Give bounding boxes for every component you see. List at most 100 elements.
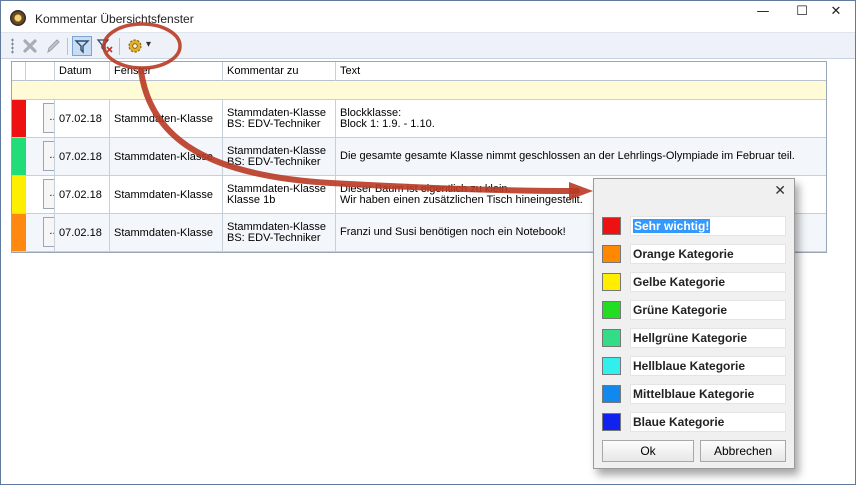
table-row[interactable]: ... 07.02.18 Stammdaten-Klasse Stammdate… <box>12 138 826 176</box>
row-button-cell: ... <box>26 100 55 137</box>
category-color-swatch <box>602 273 621 291</box>
comment-overview-window: Kommentar Übersichtsfenster — ☐ ✕ ▾ Datu… <box>0 0 856 485</box>
header-button-column <box>26 62 55 81</box>
category-color-swatch <box>602 357 621 375</box>
category-item[interactable]: Mittelblaue Kategorie <box>602 383 788 405</box>
settings-gear-icon[interactable] <box>125 36 145 56</box>
category-label[interactable]: Orange Kategorie <box>630 244 786 264</box>
header-datum[interactable]: Datum <box>55 62 110 81</box>
row-color-marker[interactable] <box>12 214 26 251</box>
row-button-cell: ... <box>26 214 55 251</box>
close-button[interactable]: ✕ <box>816 1 856 25</box>
row-text: Blockklasse: Block 1: 1.9. - 1.10. <box>336 100 826 137</box>
row-kommentar-zu-line: BS: EDV-Techniker <box>227 117 321 130</box>
row-details-button[interactable]: ... <box>43 141 54 171</box>
row-text-line: Block 1: 1.9. - 1.10. <box>340 117 435 130</box>
category-label-text: Orange Kategorie <box>633 247 734 261</box>
row-kommentar-zu-line: Stammdaten-Klasse <box>227 144 327 157</box>
category-label-text: Sehr wichtig! <box>633 219 711 233</box>
row-button-cell: ... <box>26 176 55 213</box>
minimize-button[interactable]: — <box>743 1 783 25</box>
row-kommentar-zu: Stammdaten-Klasse BS: EDV-Techniker <box>223 138 336 175</box>
window-title: Kommentar Übersichtsfenster <box>35 12 194 26</box>
category-label-text: Mittelblaue Kategorie <box>633 387 755 401</box>
row-fenster: Stammdaten-Klasse <box>110 100 223 137</box>
grid-header: Datum Fenster Kommentar zu Text <box>12 62 826 81</box>
category-label-text: Hellgrüne Kategorie <box>633 331 748 345</box>
filter-icon[interactable] <box>72 36 92 56</box>
category-item[interactable]: Gelbe Kategorie <box>602 271 788 293</box>
category-label[interactable]: Mittelblaue Kategorie <box>630 384 786 404</box>
grid-filter-row[interactable] <box>12 81 826 100</box>
row-kommentar-zu-line: Klasse 1b <box>227 193 276 206</box>
category-color-swatch <box>602 301 621 319</box>
category-item[interactable]: Hellgrüne Kategorie <box>602 327 788 349</box>
header-fenster[interactable]: Fenster <box>110 62 223 81</box>
row-button-cell: ... <box>26 138 55 175</box>
row-kommentar-zu-line: Stammdaten-Klasse <box>227 182 327 195</box>
row-text-line: Dieser Baum ist eigentlich zu klein. <box>340 182 511 195</box>
row-details-button[interactable]: ... <box>43 103 54 133</box>
row-datum: 07.02.18 <box>55 100 110 137</box>
row-fenster: Stammdaten-Klasse <box>110 138 223 175</box>
row-kommentar-zu-line: Stammdaten-Klasse <box>227 220 327 233</box>
category-item[interactable]: Sehr wichtig! <box>602 215 788 237</box>
toolbar: ▾ <box>1 32 855 59</box>
row-text: Die gesamte gesamte Klasse nimmt geschlo… <box>336 138 826 175</box>
category-item[interactable]: Orange Kategorie <box>602 243 788 265</box>
row-kommentar-zu: Stammdaten-Klasse BS: EDV-Techniker <box>223 100 336 137</box>
category-label-text: Gelbe Kategorie <box>633 275 726 289</box>
toolbar-grip[interactable] <box>11 38 14 54</box>
delete-icon[interactable] <box>20 36 40 56</box>
toolbar-separator <box>67 38 68 55</box>
category-label[interactable]: Hellgrüne Kategorie <box>630 328 786 348</box>
category-label[interactable]: Gelbe Kategorie <box>630 272 786 292</box>
category-label[interactable]: Hellblaue Kategorie <box>630 356 786 376</box>
toolbar-separator <box>119 38 120 55</box>
category-label-text: Blaue Kategorie <box>633 415 725 429</box>
category-label-text: Hellblaue Kategorie <box>633 359 746 373</box>
title-bar: Kommentar Übersichtsfenster — ☐ ✕ <box>1 1 855 32</box>
category-item[interactable]: Blaue Kategorie <box>602 411 788 433</box>
cancel-button[interactable]: Abbrechen <box>700 440 786 462</box>
row-text-line: Wir haben einen zusätzlichen Tisch hinei… <box>340 193 583 206</box>
category-color-swatch <box>602 217 621 235</box>
header-kommentar-zu[interactable]: Kommentar zu <box>223 62 336 81</box>
row-color-marker[interactable] <box>12 138 26 175</box>
row-details-button[interactable]: ... <box>43 179 54 209</box>
category-label-text: Grüne Kategorie <box>633 303 728 317</box>
category-picker-popup: ✕ Sehr wichtig! Orange Kategorie Gelbe K… <box>593 178 795 469</box>
row-fenster: Stammdaten-Klasse <box>110 214 223 251</box>
table-row[interactable]: ... 07.02.18 Stammdaten-Klasse Stammdate… <box>12 100 826 138</box>
row-datum: 07.02.18 <box>55 138 110 175</box>
row-color-marker[interactable] <box>12 100 26 137</box>
row-text-line: Blockklasse: <box>340 106 402 119</box>
category-item[interactable]: Grüne Kategorie <box>602 299 788 321</box>
row-kommentar-zu: Stammdaten-Klasse BS: EDV-Techniker <box>223 214 336 251</box>
category-label[interactable]: Grüne Kategorie <box>630 300 786 320</box>
row-details-button[interactable]: ... <box>43 217 54 247</box>
edit-pencil-icon[interactable] <box>43 36 63 56</box>
category-label[interactable]: Sehr wichtig! <box>630 216 786 236</box>
row-kommentar-zu-line: Stammdaten-Klasse <box>227 106 327 119</box>
category-label[interactable]: Blaue Kategorie <box>630 412 786 432</box>
header-text[interactable]: Text <box>336 62 826 81</box>
row-fenster: Stammdaten-Klasse <box>110 176 223 213</box>
settings-dropdown-arrow-icon[interactable]: ▾ <box>146 39 151 50</box>
category-item[interactable]: Hellblaue Kategorie <box>602 355 788 377</box>
row-kommentar-zu-line: BS: EDV-Techniker <box>227 231 321 244</box>
row-color-marker[interactable] <box>12 176 26 213</box>
ok-button[interactable]: Ok <box>602 440 694 462</box>
filter-clear-icon[interactable] <box>95 36 115 56</box>
popup-close-icon[interactable]: ✕ <box>774 183 786 199</box>
row-kommentar-zu-line: BS: EDV-Techniker <box>227 155 321 168</box>
category-color-swatch <box>602 245 621 263</box>
row-datum: 07.02.18 <box>55 176 110 213</box>
app-clock-icon <box>10 10 26 26</box>
row-kommentar-zu: Stammdaten-Klasse Klasse 1b <box>223 176 336 213</box>
header-color-column <box>12 62 26 81</box>
row-text-line: Die gesamte gesamte Klasse nimmt geschlo… <box>340 150 795 162</box>
row-text-line: Franzi und Susi benötigen noch ein Noteb… <box>340 226 566 238</box>
category-color-swatch <box>602 413 621 431</box>
category-color-swatch <box>602 329 621 347</box>
